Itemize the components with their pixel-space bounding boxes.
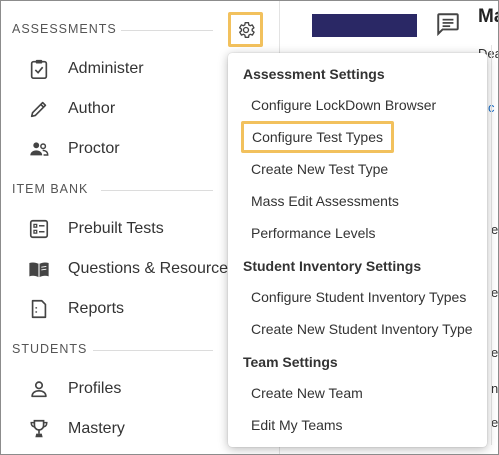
section-header-students: STUDENTS (12, 342, 88, 356)
sidebar-item-label: Reports (68, 300, 125, 317)
menu-heading-assessment-settings: Assessment Settings (243, 66, 385, 82)
scrollbar[interactable] (491, 45, 498, 445)
divider (101, 190, 213, 191)
app-window: Ma Dea c e e e n e ASSESSMENTS Administe… (0, 0, 499, 455)
menu-item-create-new-test-type[interactable]: Create New Test Type (251, 159, 388, 179)
gear-icon (238, 21, 255, 38)
section-header-assessments: ASSESSMENTS (12, 22, 117, 36)
people-icon (27, 137, 51, 161)
menu-item-edit-my-teams[interactable]: Edit My Teams (251, 415, 343, 435)
menu-item-configure-test-types[interactable]: Configure Test Types (241, 121, 395, 153)
sidebar-item-prebuilt-tests[interactable]: Prebuilt Tests (27, 213, 164, 245)
sidebar-item-label: Administer (68, 60, 144, 77)
sidebar-item-reports[interactable]: Reports (27, 293, 124, 325)
menu-heading-team-settings: Team Settings (243, 354, 338, 370)
settings-dropdown-menu: Assessment Settings Configure LockDown B… (228, 53, 487, 447)
clipboard-check-icon (27, 57, 51, 81)
sidebar-item-label: Proctor (68, 140, 120, 157)
chat-icon[interactable] (435, 11, 461, 42)
divider (121, 30, 213, 31)
sidebar-item-label: Profiles (68, 380, 122, 397)
divider (93, 350, 213, 351)
settings-button[interactable] (228, 12, 263, 47)
sidebar-item-label: Prebuilt Tests (68, 220, 164, 237)
menu-heading-student-inventory-settings: Student Inventory Settings (243, 258, 422, 274)
menu-item-configure-lockdown-browser[interactable]: Configure LockDown Browser (251, 95, 436, 115)
sidebar-item-author[interactable]: Author (27, 93, 115, 125)
sidebar-item-label: Questions & Resources (68, 260, 237, 277)
sidebar-item-administer[interactable]: Administer (27, 53, 144, 85)
menu-item-create-new-team[interactable]: Create New Team (251, 383, 363, 403)
sidebar-item-mastery[interactable]: Mastery (27, 413, 125, 445)
open-book-icon (27, 257, 51, 281)
menu-item-create-new-student-inventory-type[interactable]: Create New Student Inventory Type (251, 319, 473, 339)
section-header-item-bank: ITEM BANK (12, 182, 89, 196)
menu-item-configure-student-inventory-types[interactable]: Configure Student Inventory Types (251, 287, 466, 307)
checklist-icon (27, 217, 51, 241)
sidebar-item-profiles[interactable]: Profiles (27, 373, 121, 405)
person-icon (27, 377, 51, 401)
sidebar-item-questions-resources[interactable]: Questions & Resources (27, 253, 236, 285)
sidebar-item-label: Mastery (68, 420, 125, 437)
menu-item-mass-edit-assessments[interactable]: Mass Edit Assessments (251, 191, 399, 211)
header-banner (312, 14, 417, 37)
page-title: Ma (478, 6, 498, 27)
trophy-icon (27, 417, 51, 441)
pencil-icon (27, 97, 51, 121)
report-document-icon (27, 297, 51, 321)
menu-item-performance-levels[interactable]: Performance Levels (251, 223, 376, 243)
sidebar-item-proctor[interactable]: Proctor (27, 133, 120, 165)
sidebar-item-label: Author (68, 100, 116, 117)
